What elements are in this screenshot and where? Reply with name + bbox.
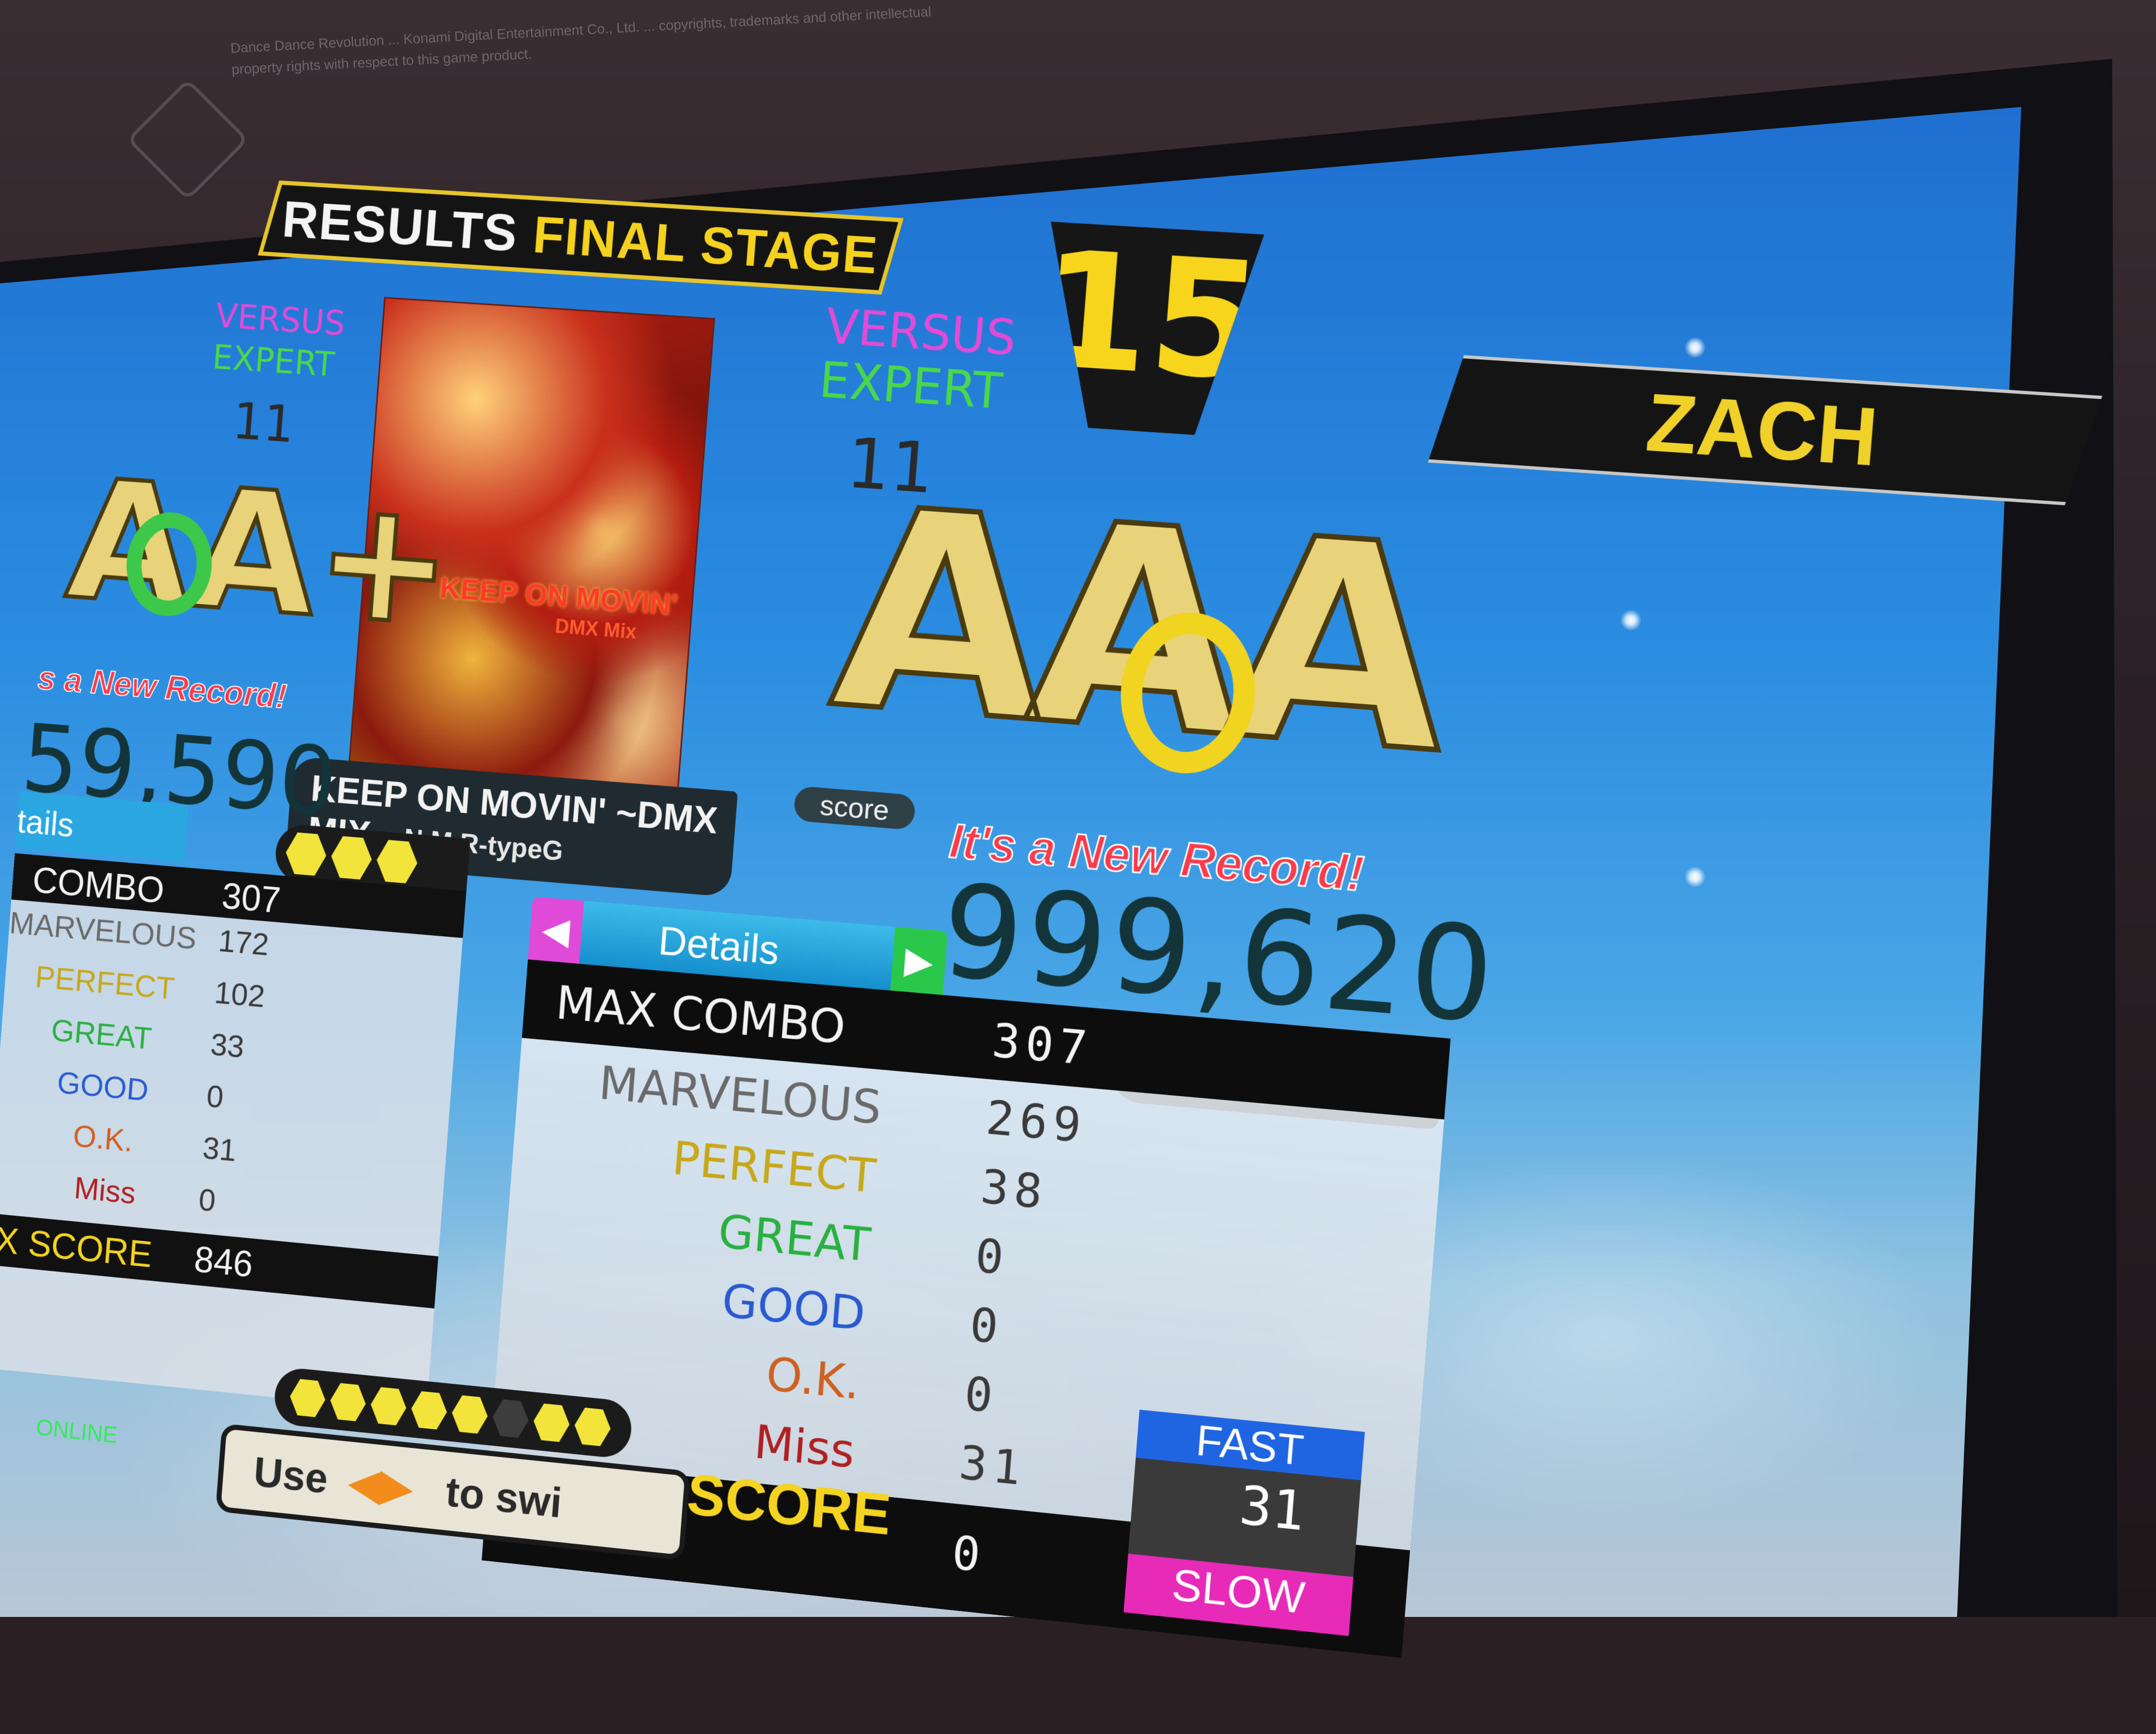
jacket-title: KEEP ON MOVIN' [438,570,679,621]
tab-next-arrow-icon[interactable]: ▶ [890,927,948,995]
gauge-lit-icon [451,1394,489,1435]
row-label: GOOD [56,1065,150,1108]
details-tab-label: Details [657,918,781,974]
row-value: 0 [973,1228,1011,1285]
gauge-lit-icon [329,1382,367,1422]
opponent-details-label: tails [16,802,75,844]
stage-number: 15 [1033,221,1269,412]
player-difficulty: EXPERT [817,351,1004,420]
gauge-lit-icon [573,1407,612,1447]
gauge-lit-icon [284,831,328,876]
opponent-details-panel: COMBO 307 MARVELOUS 172 PERFECT 102 GREA… [0,853,466,1413]
opponent-difficulty: EXPERT [211,338,336,384]
table-row: X SCORE 846 [0,1213,438,1308]
row-label: PERFECT [34,959,176,1006]
row-value: 0 [205,1078,225,1115]
row-value: 102 [213,974,266,1014]
row-label: X SCORE [0,1219,153,1275]
player-grade: AAA [825,465,1442,797]
results-banner: RESULTS FINAL STAGE [258,181,904,295]
arrow-left-right-icon: ◀▶ [348,1458,413,1513]
row-value: 31 [202,1130,238,1169]
prompt-use: Use [252,1447,329,1503]
final-stage-label: FINAL STAGE [531,205,881,286]
opponent-grade: AA+ [61,443,459,665]
fast-slow-panel: FAST 31 SLOW [1123,1409,1365,1636]
row-value: 0 [197,1181,217,1219]
fast-value: 31 [1237,1474,1307,1543]
player-name-plate: ZACH [1428,355,2102,505]
tab-prev-arrow-icon[interactable]: ◀ [528,897,584,964]
ex-score-value: 0 [950,1525,988,1583]
online-status: ONLINE [35,1415,119,1449]
gauge-lit-icon [369,1386,408,1427]
row-label: O.K. [72,1118,134,1159]
row-value: 307 [220,875,282,921]
gauge-dim-icon [491,1399,530,1439]
row-value: 172 [217,922,270,962]
row-value: 0 [962,1366,1000,1424]
gauge-lit-icon [330,835,374,880]
row-value: 307 [990,1013,1095,1076]
row-value: 846 [192,1238,254,1285]
gauge-lit-icon [375,839,419,884]
row-value: 0 [968,1297,1005,1355]
gauge-lit-icon [410,1390,449,1430]
jacket-subtitle: DMX Mix [554,615,637,644]
stage-badge: 15 [1035,222,1264,439]
row-label: COMBO [31,859,166,912]
opponent-level: 11 [230,392,296,454]
results-label: RESULTS [280,189,520,263]
results-layer: RESULTS FINAL STAGE 15 ZACH KEEP ON MOVI… [0,0,2156,1730]
prompt-rest: to swi [444,1467,563,1527]
gauge-lit-icon [532,1402,571,1443]
row-value: 38 [979,1159,1049,1220]
gauge-lit-icon [289,1378,327,1418]
score-tag: score [793,785,916,830]
row-label: Miss [73,1169,137,1211]
row-value: 269 [984,1090,1088,1153]
row-value: 31 [957,1435,1028,1496]
row-label: GREAT [50,1012,153,1057]
player-name: ZACH [1643,375,1881,484]
row-value: 33 [209,1026,245,1065]
opponent-mode: VERSUS [214,297,346,344]
